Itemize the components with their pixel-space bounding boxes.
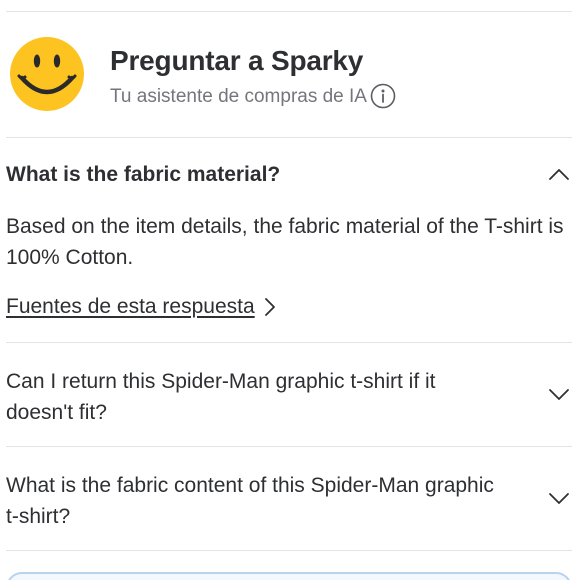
chevron-down-icon[interactable] xyxy=(546,485,572,511)
top-divider xyxy=(6,11,572,12)
sources-link-label[interactable]: Fuentes de esta respuesta xyxy=(6,295,255,319)
divider xyxy=(6,342,572,343)
sparky-assistant-panel: Preguntar a Sparky Tu asistente de compr… xyxy=(0,0,580,580)
divider xyxy=(6,550,572,551)
chevron-up-icon[interactable] xyxy=(546,162,572,188)
faq-question-open[interactable]: What is the fabric material? xyxy=(6,163,280,187)
smiley-face-icon xyxy=(9,36,85,112)
divider xyxy=(6,137,572,138)
sources-link[interactable]: Fuentes de esta respuesta xyxy=(6,291,281,323)
faq-question[interactable]: What is the fabric content of this Spide… xyxy=(6,470,506,532)
assistant-header: Preguntar a Sparky Tu asistente de compr… xyxy=(0,28,580,124)
chevron-down-icon[interactable] xyxy=(546,381,572,407)
assistant-subtitle: Tu asistente de compras de IA xyxy=(110,86,367,107)
divider xyxy=(6,446,572,447)
assistant-title: Preguntar a Sparky xyxy=(110,45,364,76)
faq-question[interactable]: Can I return this Spider-Man graphic t-s… xyxy=(6,366,506,428)
chevron-right-icon[interactable] xyxy=(259,294,281,320)
ask-question-input[interactable] xyxy=(6,572,572,580)
info-circle-icon[interactable] xyxy=(370,83,396,109)
faq-answer: Based on the item details, the fabric ma… xyxy=(6,215,564,269)
